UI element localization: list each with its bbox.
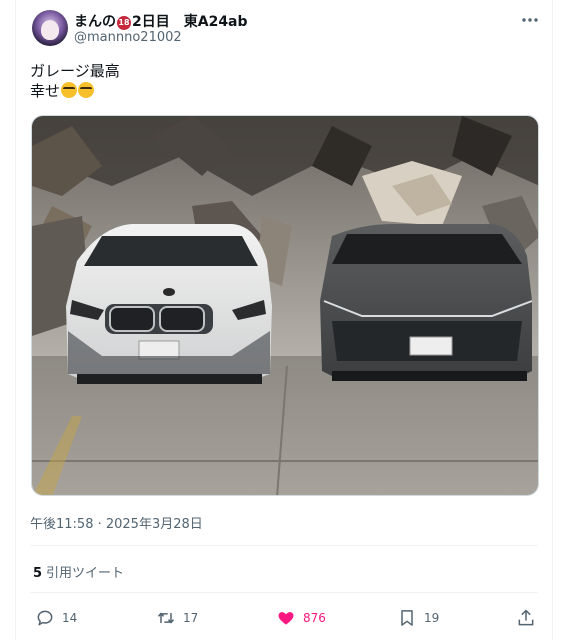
nerd-face-emoji-icon	[78, 82, 95, 98]
divider	[30, 545, 538, 546]
avatar[interactable]	[32, 10, 68, 46]
tweet-line-1: ガレージ最高	[30, 62, 120, 80]
quote-tweets-link[interactable]: 5 引用ツイート	[33, 562, 124, 581]
garage-photo	[32, 116, 538, 495]
display-name-prefix: まんの	[74, 14, 116, 30]
bookmark-count: 19	[424, 611, 440, 625]
reply-icon	[37, 610, 53, 626]
reply-button[interactable]: 14	[35, 607, 77, 629]
bookmark-button[interactable]: 19	[397, 607, 439, 629]
heart-icon	[278, 612, 294, 625]
timestamp[interactable]: 午後11:58 · 2025年3月28日	[30, 513, 203, 532]
display-name-suffix: 2日目 東A24ab	[132, 14, 248, 30]
handle[interactable]: @mannno21002	[74, 30, 182, 45]
divider	[30, 592, 538, 593]
retweet-icon	[157, 612, 175, 624]
reply-count: 14	[62, 611, 78, 625]
grey-car	[320, 224, 533, 381]
share-icon	[518, 609, 534, 626]
bookmark-icon	[401, 610, 413, 626]
nerd-face-emoji-icon	[61, 82, 78, 98]
share-button[interactable]	[516, 607, 543, 629]
display-name[interactable]: まんの 18 2日目 東A24ab	[74, 11, 248, 31]
tweet-photo[interactable]	[31, 115, 539, 496]
age-badge: 18	[117, 16, 131, 30]
white-car	[66, 224, 272, 384]
tweet-text: ガレージ最高 幸せ	[30, 61, 120, 101]
quote-count: 5	[33, 566, 43, 581]
tweet-line-2: 幸せ	[30, 82, 61, 100]
like-button[interactable]: 876	[276, 607, 326, 629]
more-icon[interactable]	[520, 10, 540, 30]
like-count: 876	[303, 611, 326, 625]
retweet-count: 17	[183, 611, 199, 625]
retweet-button[interactable]: 17	[156, 607, 198, 629]
quote-label: 引用ツイート	[46, 566, 125, 581]
